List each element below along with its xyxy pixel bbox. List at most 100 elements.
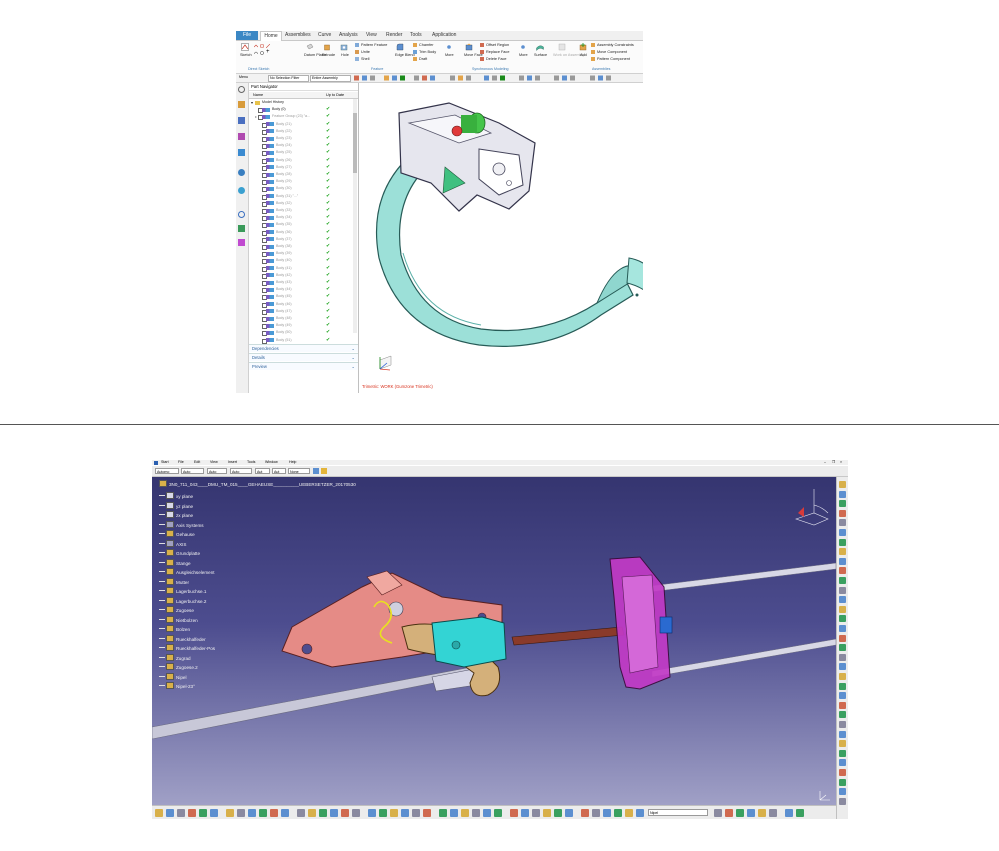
tool-icon[interactable]	[226, 809, 234, 817]
section-details[interactable]: Details ⌄	[249, 353, 358, 361]
selection-filter-dropdown[interactable]: No Selection Filter	[268, 75, 309, 82]
cad-part-model[interactable]	[359, 83, 643, 383]
pattern-component-label[interactable]: Pattern Component	[597, 57, 630, 61]
surface-icon[interactable]	[536, 43, 544, 51]
tool-icon[interactable]	[625, 809, 633, 817]
rectangle-icon[interactable]	[260, 44, 264, 48]
body-row[interactable]: Body (32) ✔	[249, 200, 353, 207]
menu-tools[interactable]: Tools	[247, 460, 255, 465]
tool-icon[interactable]	[747, 809, 755, 817]
collapse-icon[interactable]: ▸	[255, 113, 257, 120]
tool-icon[interactable]	[166, 809, 174, 817]
body-row[interactable]: Body (36) ✔	[249, 229, 353, 236]
tool-icon[interactable]	[281, 809, 289, 817]
body-row[interactable]: Body (23) ✔	[249, 135, 353, 142]
tool-icon[interactable]	[839, 557, 846, 565]
point-icon[interactable]: +	[266, 49, 270, 55]
tool-icon[interactable]	[796, 809, 804, 817]
trim-body-icon[interactable]	[413, 50, 417, 54]
tool-icon[interactable]	[839, 644, 846, 652]
tool-icon[interactable]	[259, 809, 267, 817]
tool-icon[interactable]	[839, 749, 846, 757]
menu-help[interactable]: Help	[289, 460, 296, 465]
tab-curve[interactable]: Curve	[318, 31, 331, 40]
tool-icon[interactable]	[592, 809, 600, 817]
chamfer-icon[interactable]	[413, 43, 417, 47]
tool-icon[interactable]	[297, 809, 305, 817]
line-type-dropdown[interactable]: Auto	[230, 468, 252, 474]
tab-render[interactable]: Render	[386, 31, 402, 40]
tool-icon[interactable]	[352, 809, 360, 817]
tool-icon[interactable]	[390, 809, 398, 817]
tool-icon[interactable]	[510, 809, 518, 817]
arc-icon[interactable]	[254, 51, 258, 55]
body-row[interactable]: Body (31) "..." ✔	[249, 193, 353, 200]
collapse-icon[interactable]: ▾	[251, 99, 253, 106]
tool-icon[interactable]	[423, 809, 431, 817]
model-history-row[interactable]: ▾ Model History	[249, 99, 353, 106]
body-row[interactable]: Body (28) ✔	[249, 171, 353, 178]
graphics-viewport[interactable]: Trimetric: WORK (Gumzone Trimetric)	[359, 83, 643, 393]
tool-icon[interactable]	[839, 740, 846, 748]
process-studio-icon[interactable]	[238, 239, 245, 246]
tool-icon[interactable]	[839, 538, 846, 546]
tool-icon[interactable]	[494, 809, 502, 817]
assembly-constraints-icon[interactable]	[591, 43, 595, 47]
tool-icon[interactable]	[461, 809, 469, 817]
menu-window[interactable]: Window	[265, 460, 278, 465]
more-sync-icon[interactable]	[521, 45, 525, 49]
reuse-library-icon[interactable]	[238, 149, 245, 156]
move-component-icon[interactable]	[591, 50, 595, 54]
section-dependencies[interactable]: Dependencies ⌄	[249, 344, 358, 352]
body-row[interactable]: Body (39) ✔	[249, 250, 353, 258]
tool-icon[interactable]	[636, 809, 644, 817]
tool-icon[interactable]	[177, 809, 185, 817]
tool-icon[interactable]	[521, 809, 529, 817]
part-navigator-icon[interactable]	[238, 133, 245, 140]
body-row[interactable]: Body (40) ✔	[249, 257, 353, 265]
cad-assembly-model[interactable]	[152, 477, 836, 805]
pattern-feature-label[interactable]: Pattern Feature	[361, 43, 387, 47]
tool-icon[interactable]	[839, 519, 846, 527]
body-row[interactable]: Body (34) ✔	[249, 214, 353, 222]
tool-icon[interactable]	[319, 809, 327, 817]
tool-icon[interactable]	[368, 809, 376, 817]
menu-view[interactable]: View	[210, 460, 218, 465]
tool-icon[interactable]	[532, 809, 540, 817]
body-row[interactable]: Body (41) ✔	[249, 265, 353, 272]
body-row[interactable]: Body (47) ✔	[249, 308, 353, 315]
close-icon[interactable]: ×	[840, 460, 842, 465]
tab-analysis[interactable]: Analysis	[339, 31, 358, 40]
tool-icon[interactable]	[379, 809, 387, 817]
replace-face-icon[interactable]	[480, 50, 484, 54]
selection-scope-dropdown[interactable]: Entire Assembly	[310, 75, 351, 82]
tool-icon[interactable]	[581, 809, 589, 817]
extrude-icon[interactable]	[323, 43, 331, 51]
current-object-combo[interactable]: Nipel	[648, 809, 708, 816]
tool-icon[interactable]	[839, 788, 846, 796]
tool-icon[interactable]	[714, 809, 722, 817]
sketch-icon[interactable]	[241, 43, 249, 51]
tool-icon[interactable]	[839, 481, 846, 488]
more-sync-label[interactable]: More	[519, 53, 528, 57]
hole-icon[interactable]	[340, 43, 348, 51]
datum-plane-icon[interactable]	[306, 43, 314, 51]
tool-icon[interactable]	[237, 809, 245, 817]
tool-icon[interactable]	[839, 663, 846, 671]
scrollbar-thumb[interactable]	[353, 113, 357, 173]
tool-icon[interactable]	[785, 809, 793, 817]
work-on-assembly-icon[interactable]	[558, 43, 566, 51]
layer-dropdown[interactable]: None	[288, 468, 310, 474]
tool-icon[interactable]	[839, 500, 846, 508]
tool-icon[interactable]	[839, 653, 846, 661]
body-row[interactable]: Body (46) ✔	[249, 301, 353, 308]
body-row[interactable]: Body (37) ✔	[249, 236, 353, 243]
draft-icon[interactable]	[413, 57, 417, 61]
move-face-icon[interactable]	[465, 43, 473, 51]
tool-icon[interactable]	[839, 567, 846, 575]
body-row[interactable]: Body (49) ✔	[249, 322, 353, 330]
line-thickness-dropdown[interactable]: Auto	[207, 468, 227, 474]
menu-file[interactable]: File	[178, 460, 184, 465]
history-icon[interactable]	[238, 187, 245, 194]
body-row[interactable]: Body (33) ✔	[249, 207, 353, 214]
